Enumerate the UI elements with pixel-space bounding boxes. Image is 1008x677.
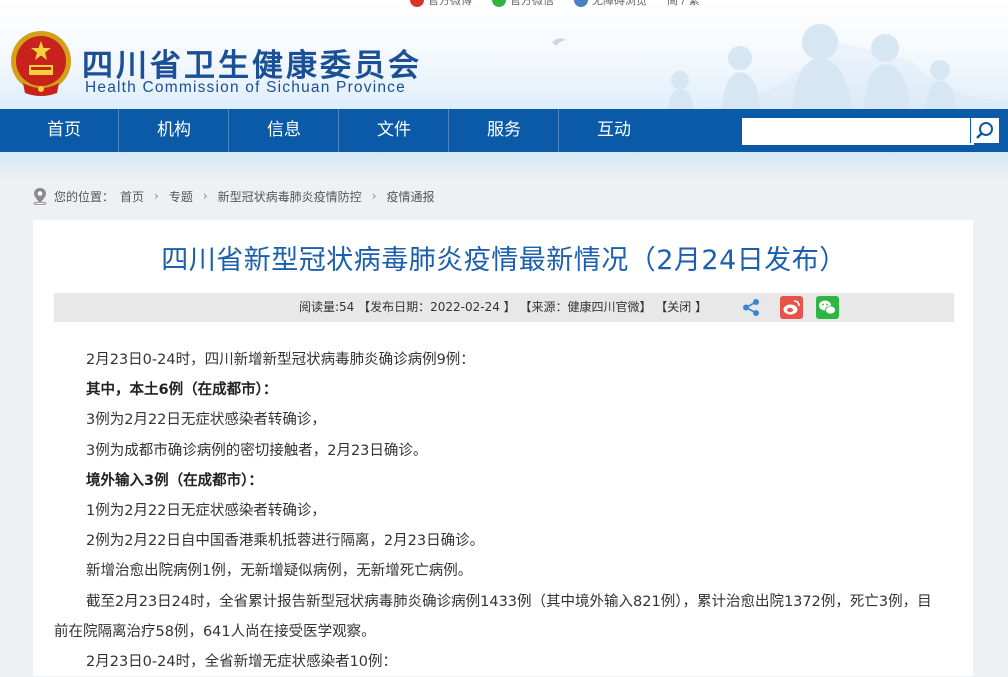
article-body: 2月23日0-24时，四川新增新型冠状病毒肺炎确诊病例9例： 其中，本土6例（在… — [54, 345, 946, 677]
article-title: 四川省新型冠状病毒肺炎疫情最新情况（2月24日发布） — [161, 245, 847, 276]
national-emblem-icon — [11, 31, 71, 96]
article-paragraph: 3例为2月22日无症状感染者转确诊， — [86, 412, 326, 429]
breadcrumb-chevron-icon: › — [154, 189, 159, 203]
weibo-share-icon[interactable] — [780, 296, 803, 319]
search-button[interactable] — [970, 118, 999, 143]
breadcrumb-chevron-icon: › — [202, 189, 208, 203]
nav-item-home[interactable]: 首页 — [9, 109, 119, 152]
search-input[interactable] — [742, 118, 974, 145]
family-banner-image — [552, 24, 1008, 109]
article-paragraph: 其中，本土6例（在成都市）： — [86, 382, 278, 399]
article-paragraph: 截至2月23日24时，全省累计报告新型冠状病毒肺炎确诊病例1433例（其中境外输… — [54, 593, 932, 640]
breadcrumb-chevron-icon: › — [371, 189, 377, 203]
article-paragraph: 1例为2月22日无症状感染者转确诊， — [86, 503, 326, 520]
location-pin-icon — [33, 188, 47, 205]
nav-item-interaction[interactable]: 互动 — [559, 109, 669, 152]
breadcrumb-prefix: 您的位置： — [54, 189, 115, 204]
page-background-band — [0, 152, 1008, 182]
article-paragraph: 2月23日0-24时，四川新增新型冠状病毒肺炎确诊病例9例： — [86, 352, 475, 368]
site-subtitle: Health Commission of Sichuan Province — [85, 79, 406, 96]
article-paragraph: 2月23日0-24时，全省新增无症状感染者10例： — [86, 654, 398, 671]
search-icon — [976, 122, 993, 139]
article-meta: 阅读量:54 【发布日期：2022-02-24 】 【来源：健康四川官微】 【关… — [299, 300, 708, 314]
weibo-link[interactable]: 官方微博 — [410, 0, 472, 8]
weibo-icon — [410, 0, 424, 7]
article-meta-bar: 阅读量:54 【发布日期：2022-02-24 】 【来源：健康四川官微】 【关… — [54, 293, 954, 322]
wechat-icon — [492, 0, 506, 7]
nav-item-documents[interactable]: 文件 — [339, 109, 449, 152]
nav-item-information[interactable]: 信息 — [229, 109, 339, 152]
article-paragraph: 2例为2月22日自中国香港乘机抵蓉进行隔离，2月23日确诊。 — [86, 533, 485, 550]
breadcrumb-home[interactable]: 首页 — [120, 188, 144, 205]
nav-item-services[interactable]: 服务 — [449, 109, 559, 152]
nav-item-organization[interactable]: 机构 — [119, 109, 229, 152]
site-header: 官方微博 官方微信 无障碍浏览 简 / 繁 四川省卫生健康委员会 Health … — [0, 0, 1008, 109]
share-icon[interactable] — [740, 296, 763, 319]
wechat-share-icon[interactable] — [816, 296, 839, 319]
article-paragraph: 境外输入3例（在成都市）： — [86, 472, 263, 489]
article-paragraph: 3例为成都市确诊病例的密切接触者，2月23日确诊。 — [86, 442, 428, 459]
breadcrumb-topics[interactable]: 专题 — [169, 188, 193, 205]
breadcrumb-epidemic-report[interactable]: 疫情通报 — [387, 188, 435, 205]
article-paragraph: 新增治愈出院病例1例，无新增疑似病例，无新增死亡病例。 — [86, 563, 473, 580]
breadcrumb: 您的位置： 首页 › 专题 › 新型冠状病毒肺炎疫情防控 › 疫情通报 — [30, 187, 435, 205]
breadcrumb-covid-prevention[interactable]: 新型冠状病毒肺炎疫情防控 — [218, 188, 362, 205]
